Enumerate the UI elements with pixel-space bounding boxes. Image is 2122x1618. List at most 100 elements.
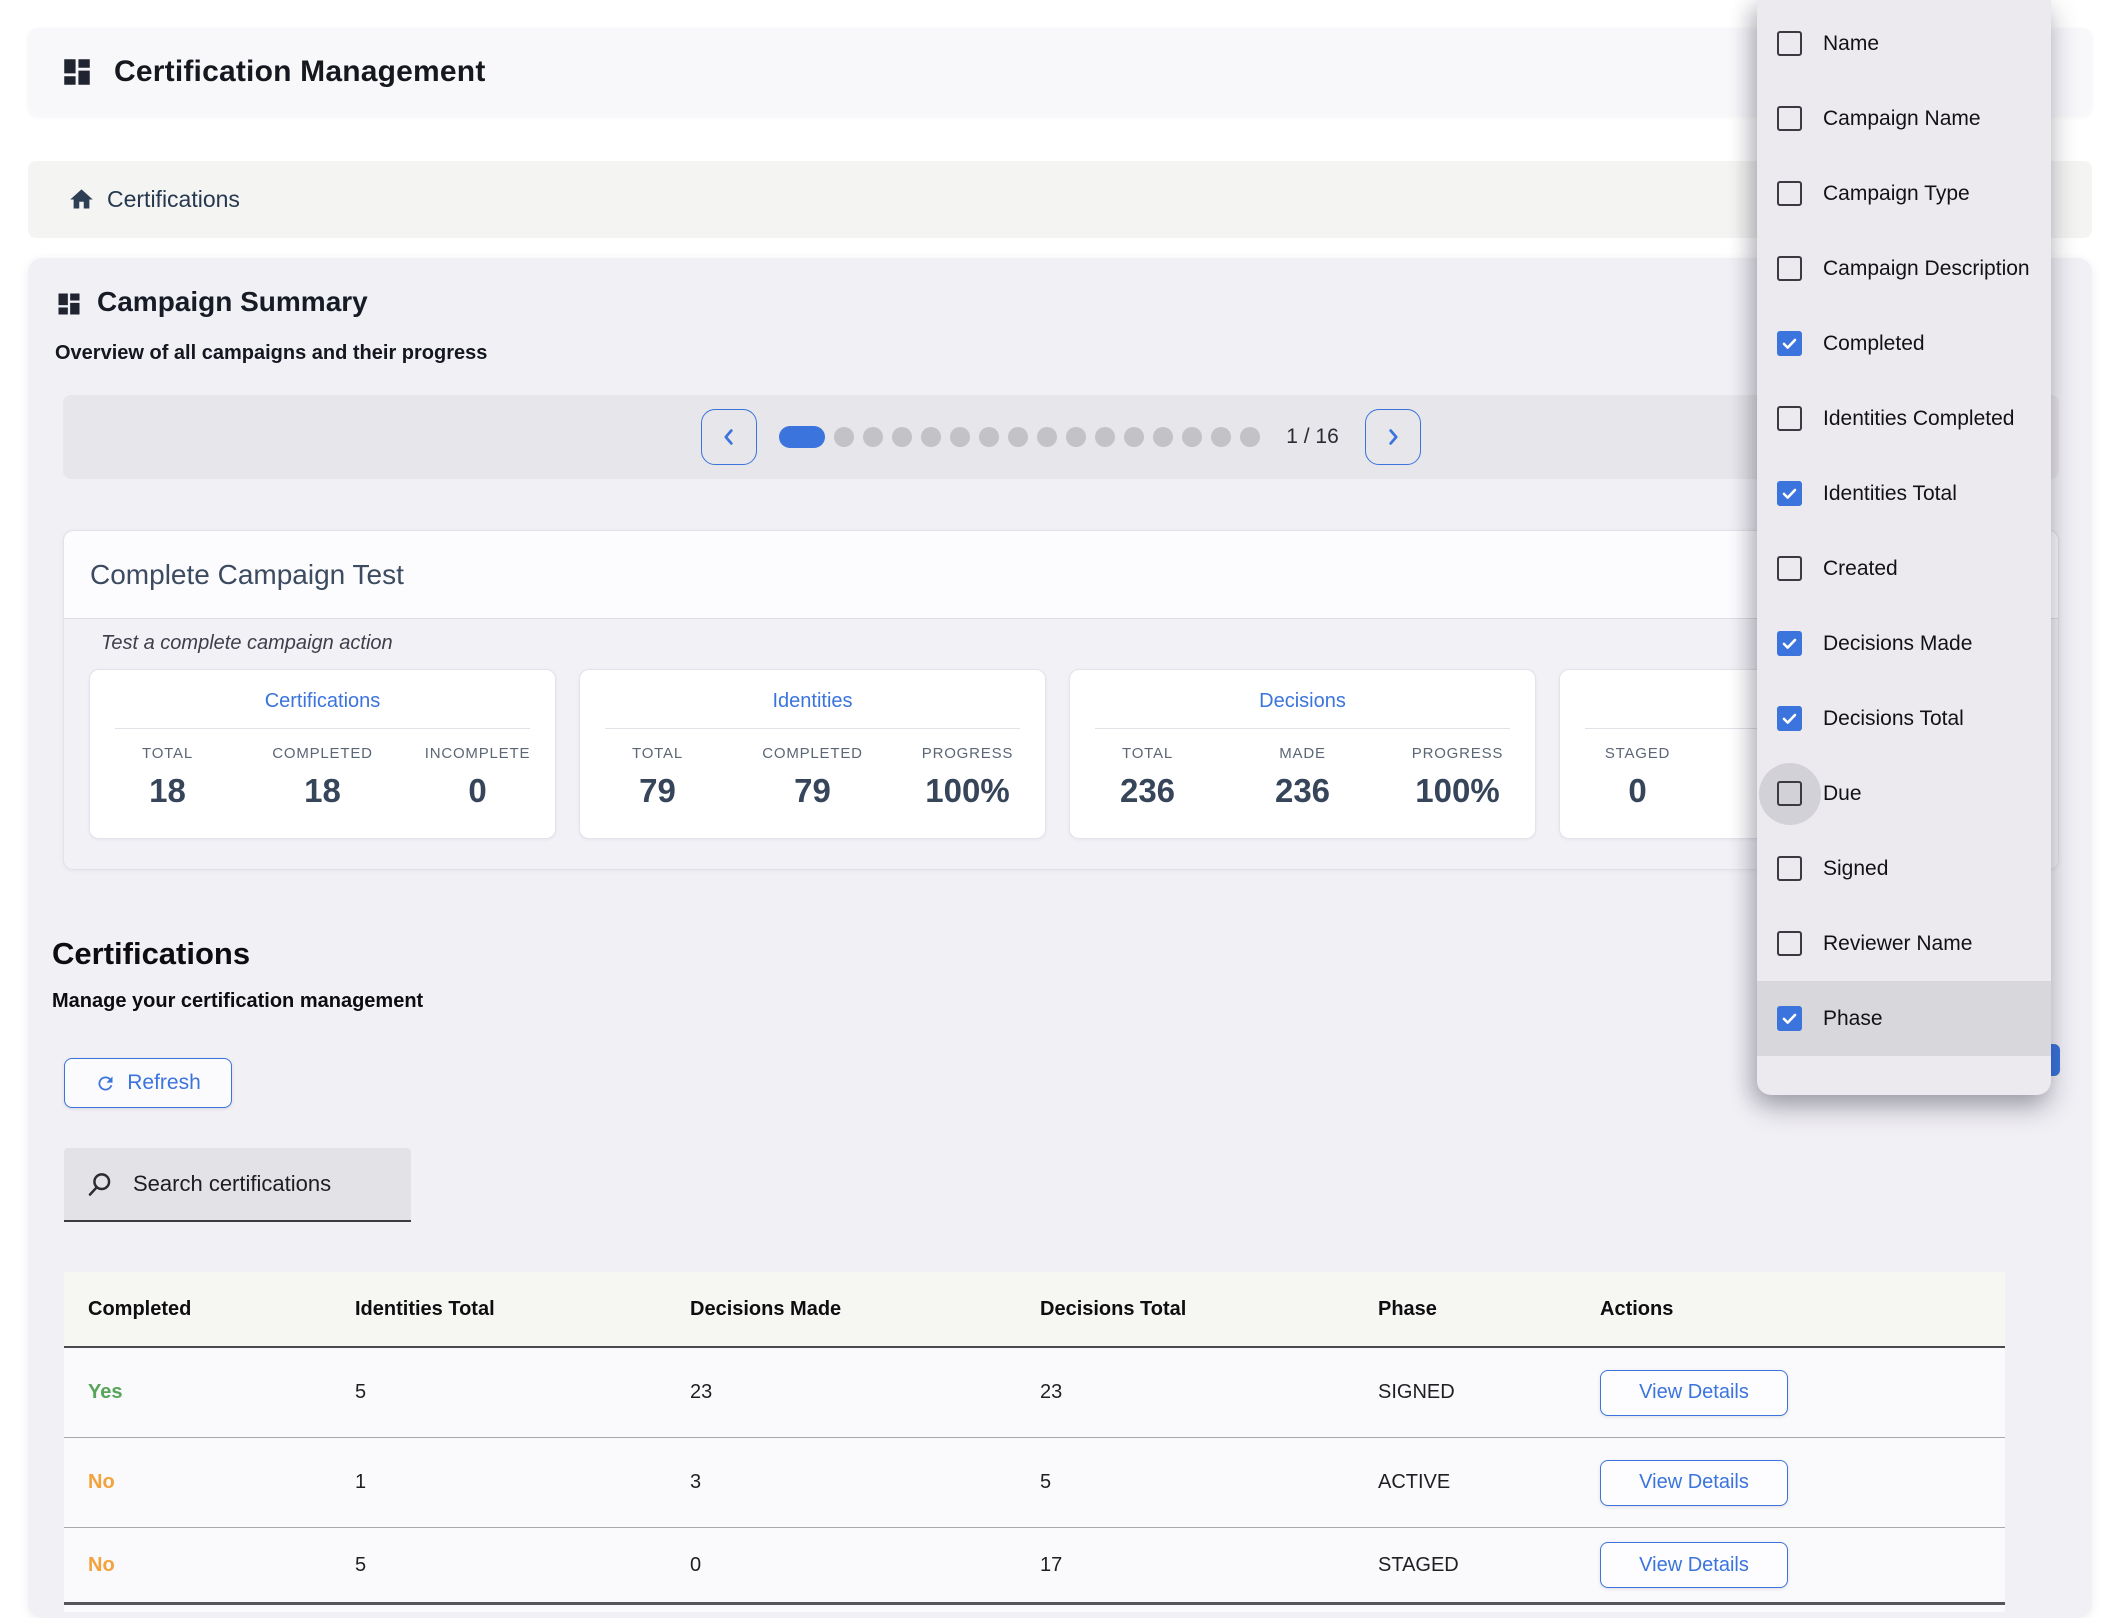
stat-column: PROGRESS100% [890, 745, 1045, 810]
completed-value: No [88, 1554, 115, 1576]
table-header-row: CompletedIdentities TotalDecisions MadeD… [64, 1272, 2005, 1348]
pagination-dot[interactable] [863, 427, 883, 447]
view-details-button[interactable]: View Details [1600, 1460, 1788, 1506]
cell-identities-total: 1 [331, 1471, 666, 1494]
stat-column: TOTAL79 [580, 745, 735, 810]
view-details-button[interactable]: View Details [1600, 1542, 1788, 1588]
refresh-button[interactable]: Refresh [64, 1058, 232, 1108]
column-menu-item-identities-completed[interactable]: Identities Completed [1757, 381, 2051, 456]
pagination-dot[interactable] [1240, 427, 1260, 447]
column-menu-item-phase[interactable]: Phase [1757, 981, 2051, 1056]
pagination-dot[interactable] [921, 427, 941, 447]
stat-value: 79 [735, 772, 890, 810]
column-menu-item-completed[interactable]: Completed [1757, 306, 2051, 381]
pagination-dot[interactable] [979, 427, 999, 447]
column-checkbox[interactable] [1777, 31, 1802, 56]
column-checkbox[interactable] [1777, 1006, 1802, 1031]
column-menu-item-signed[interactable]: Signed [1757, 831, 2051, 906]
column-menu-label: Decisions Made [1823, 632, 1972, 656]
column-menu-item-name[interactable]: Name [1757, 6, 2051, 81]
column-menu-label: Name [1823, 32, 1879, 56]
stat-column: STAGED0 [1560, 745, 1715, 810]
cell-completed: Yes [64, 1381, 331, 1404]
dashboard-icon [60, 55, 94, 89]
table-body: Yes52323SIGNEDView DetailsNo135ACTIVEVie… [64, 1348, 2005, 1605]
pagination-dot[interactable] [950, 427, 970, 447]
column-checkbox[interactable] [1777, 631, 1802, 656]
column-checkbox[interactable] [1777, 556, 1802, 581]
column-header: Decisions Made [666, 1298, 1016, 1321]
table-row: Yes52323SIGNEDView Details [64, 1348, 2005, 1438]
search-icon [86, 1171, 113, 1198]
stat-label: PROGRESS [890, 745, 1045, 762]
stat-card-title: Identities [580, 690, 1045, 714]
pagination-dot[interactable] [1037, 427, 1057, 447]
breadcrumb-item-certifications[interactable]: Certifications [107, 186, 240, 213]
column-menu-item-due[interactable]: Due [1757, 756, 2051, 831]
column-menu-label: Due [1823, 782, 1862, 806]
column-checkbox[interactable] [1777, 256, 1802, 281]
checkbox-wrap [1777, 181, 1802, 206]
column-checkbox[interactable] [1777, 931, 1802, 956]
column-menu-label: Created [1823, 557, 1898, 581]
column-menu-label: Campaign Type [1823, 182, 1970, 206]
next-page-button[interactable] [1365, 409, 1421, 465]
column-checkbox[interactable] [1777, 481, 1802, 506]
prev-page-button[interactable] [701, 409, 757, 465]
stat-card: DecisionsTOTAL236MADE236PROGRESS100% [1069, 669, 1536, 839]
column-menu-item-decisions-total[interactable]: Decisions Total [1757, 681, 2051, 756]
campaign-description: Test a complete campaign action [101, 631, 2033, 655]
pagination-dot[interactable] [1153, 427, 1173, 447]
column-menu-item-campaign-name[interactable]: Campaign Name [1757, 81, 2051, 156]
search-input[interactable] [133, 1171, 383, 1197]
stat-value: 100% [1380, 772, 1535, 810]
checkbox-wrap [1777, 931, 1802, 956]
pagination-dot[interactable] [1095, 427, 1115, 447]
column-menu-item-campaign-type[interactable]: Campaign Type [1757, 156, 2051, 231]
partially-hidden-blue-button[interactable] [2050, 1044, 2060, 1076]
column-checkbox[interactable] [1777, 706, 1802, 731]
column-checkbox[interactable] [1777, 331, 1802, 356]
stat-column: INCOMPLETE 0 [400, 745, 555, 810]
column-checkbox[interactable] [1777, 181, 1802, 206]
stat-card-divider [1095, 728, 1510, 729]
pagination-dot[interactable] [834, 427, 854, 447]
column-menu-item-campaign-description[interactable]: Campaign Description [1757, 231, 2051, 306]
stat-column: COMPLETED79 [735, 745, 890, 810]
cell-decisions-total: 17 [1016, 1554, 1354, 1577]
pagination-dot[interactable] [892, 427, 912, 447]
column-menu-label: Reviewer Name [1823, 932, 1972, 956]
home-icon[interactable] [68, 186, 95, 213]
column-checkbox[interactable] [1777, 781, 1802, 806]
stat-card-title: Decisions [1070, 690, 1535, 714]
stat-value: 18 [90, 772, 245, 810]
column-menu-item-reviewer-name[interactable]: Reviewer Name [1757, 906, 2051, 981]
stat-value: 0 [400, 772, 555, 810]
campaign-summary-title: Campaign Summary [97, 286, 368, 318]
column-header: Actions [1576, 1298, 2005, 1321]
column-menu-item-identities-total[interactable]: Identities Total [1757, 456, 2051, 531]
stat-cards: CertificationsTOTAL18COMPLETED18INCOMPLE… [89, 669, 2033, 839]
pagination-dot[interactable] [1182, 427, 1202, 447]
column-menu-item-decisions-made[interactable]: Decisions Made [1757, 606, 2051, 681]
pagination-dot[interactable] [1124, 427, 1144, 447]
certifications-title: Certifications [52, 936, 250, 972]
column-menu-label: Identities Total [1823, 482, 1957, 506]
column-menu-label: Completed [1823, 332, 1925, 356]
column-menu-item-created[interactable]: Created [1757, 531, 2051, 606]
pagination-dot[interactable] [1066, 427, 1086, 447]
cell-completed: No [64, 1554, 331, 1577]
pagination-dot-active[interactable] [779, 426, 825, 448]
stat-label: INCOMPLETE [400, 745, 555, 762]
column-checkbox[interactable] [1777, 406, 1802, 431]
cell-decisions-made: 23 [666, 1381, 1016, 1404]
column-checkbox[interactable] [1777, 106, 1802, 131]
pagination-dots [779, 426, 1260, 448]
stat-card: CertificationsTOTAL18COMPLETED18INCOMPLE… [89, 669, 556, 839]
checkbox-wrap [1777, 406, 1802, 431]
column-checkbox[interactable] [1777, 856, 1802, 881]
pagination-dot[interactable] [1211, 427, 1231, 447]
chevron-left-icon [718, 426, 740, 448]
view-details-button[interactable]: View Details [1600, 1370, 1788, 1416]
pagination-dot[interactable] [1008, 427, 1028, 447]
